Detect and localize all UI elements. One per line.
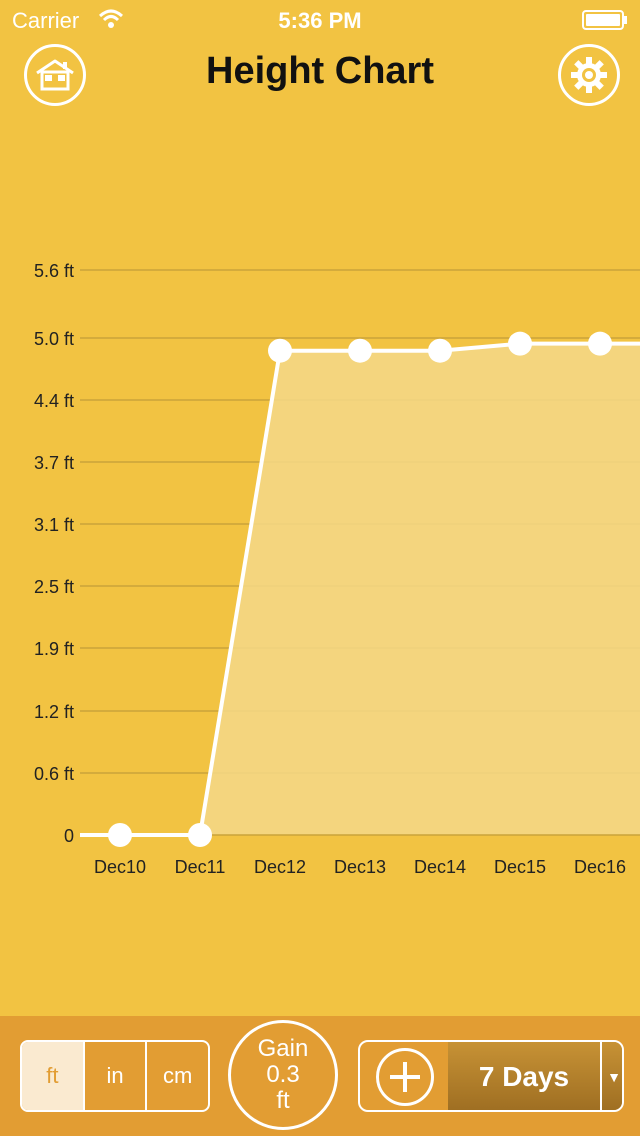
status-bar: Carrier 5:36 PM [0,0,640,40]
range-dropdown-button[interactable]: ▼ [600,1042,622,1110]
x-tick-label: Dec15 [494,857,546,877]
unit-ft-button[interactable]: ft [22,1042,85,1110]
status-time: 5:36 PM [278,8,362,33]
y-tick-label: 5.0 ft [34,329,74,349]
plus-icon [390,1062,420,1092]
y-tick-label: 5.6 ft [34,261,74,281]
range-control: 7 Days ▼ [358,1040,624,1112]
gain-unit: ft [276,1087,290,1114]
x-tick-label: Dec16 [574,857,626,877]
unit-cm-button[interactable]: cm [147,1042,208,1110]
add-entry-button[interactable] [376,1048,434,1106]
x-tick-label: Dec13 [334,857,386,877]
data-point [108,823,132,847]
x-tick-label: Dec12 [254,857,306,877]
data-point [348,338,372,363]
page-title: Height Chart [206,50,434,92]
settings-button[interactable] [558,44,620,106]
x-tick-label: Dec14 [414,857,466,877]
x-tick-label: Dec10 [94,857,146,877]
unit-in-button[interactable]: in [85,1042,148,1110]
data-point [268,338,292,363]
y-tick-label: 4.4 ft [34,391,74,411]
y-tick-label: 0 [64,826,74,846]
unit-selector: ft in cm [20,1040,210,1112]
data-point [588,331,612,356]
y-tick-label: 1.9 ft [34,639,74,659]
gear-icon [571,57,607,93]
data-point [508,331,532,356]
data-point [428,338,452,363]
range-select[interactable]: 7 Days [448,1042,600,1110]
nav-bar: Height Chart [0,40,640,110]
y-tick-label: 3.1 ft [34,515,74,535]
x-tick-label: Dec11 [175,857,226,877]
area-fill [120,343,640,835]
y-tick-label: 3.7 ft [34,453,74,473]
battery-icon [582,10,628,30]
footer-toolbar: ft in cm Gain 0.3 ft 7 Days ▼ [0,1016,640,1136]
height-chart: 0 0.6 ft 1.2 ft 1.9 ft 2.5 ft 3.1 ft 3.7 ft 4.4… [34,261,640,877]
gain-label: Gain [257,1035,309,1062]
y-tick-label: 0.6 ft [34,764,74,784]
data-point [188,823,212,847]
y-tick-label: 2.5 ft [34,577,74,597]
gain-value: 0.3 [266,1061,300,1088]
gain-indicator: Gain 0.3 ft [228,1020,338,1130]
chevron-down-icon: ▼ [607,1069,621,1085]
y-tick-label: 1.2 ft [34,702,74,722]
